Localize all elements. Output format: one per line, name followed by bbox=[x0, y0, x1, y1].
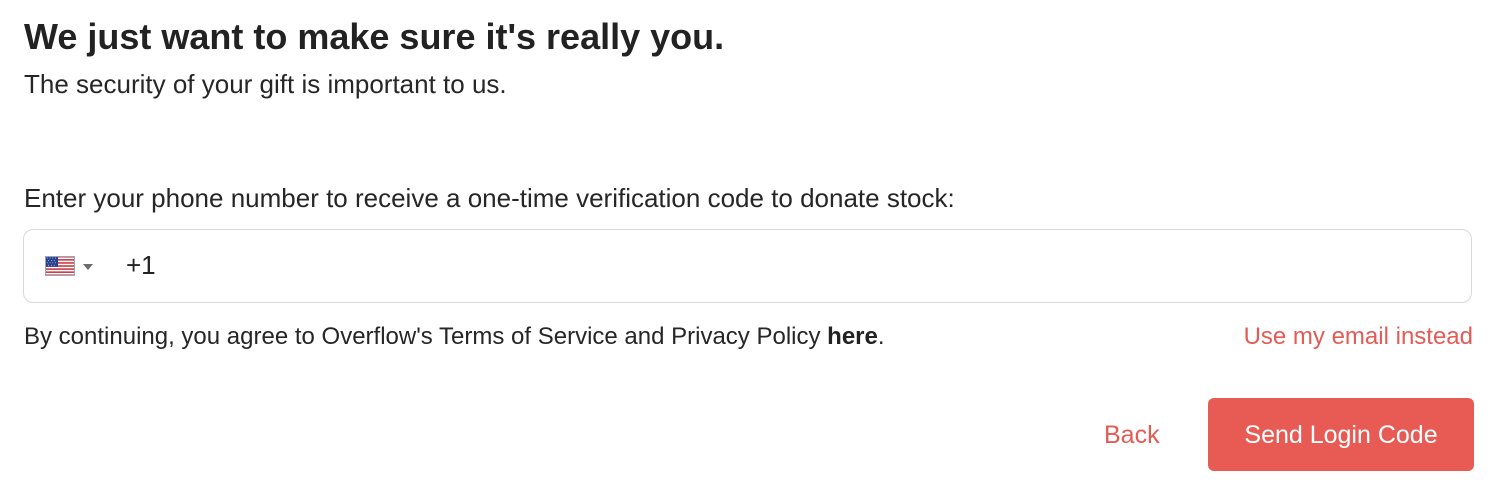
back-button[interactable]: Back bbox=[1094, 410, 1170, 460]
use-email-link[interactable]: Use my email instead bbox=[1244, 321, 1473, 353]
send-login-code-button[interactable]: Send Login Code bbox=[1208, 398, 1474, 471]
page-title: We just want to make sure it's really yo… bbox=[24, 16, 725, 57]
phone-input-container: +1 bbox=[23, 229, 1472, 303]
caret-down-icon bbox=[83, 264, 93, 270]
phone-number-label: Enter your phone number to receive a one… bbox=[24, 183, 955, 213]
terms-link[interactable]: here bbox=[827, 323, 878, 350]
terms-notice: By continuing, you agree to Overflow's T… bbox=[24, 321, 885, 353]
page-subtitle: The security of your gift is important t… bbox=[24, 69, 507, 99]
country-code-selector[interactable] bbox=[45, 256, 99, 278]
us-flag-icon bbox=[45, 256, 75, 276]
dial-code: +1 bbox=[126, 250, 156, 280]
terms-text: By continuing, you agree to Overflow's T… bbox=[24, 323, 828, 350]
terms-end: . bbox=[877, 323, 885, 350]
phone-number-input[interactable] bbox=[164, 244, 1454, 288]
